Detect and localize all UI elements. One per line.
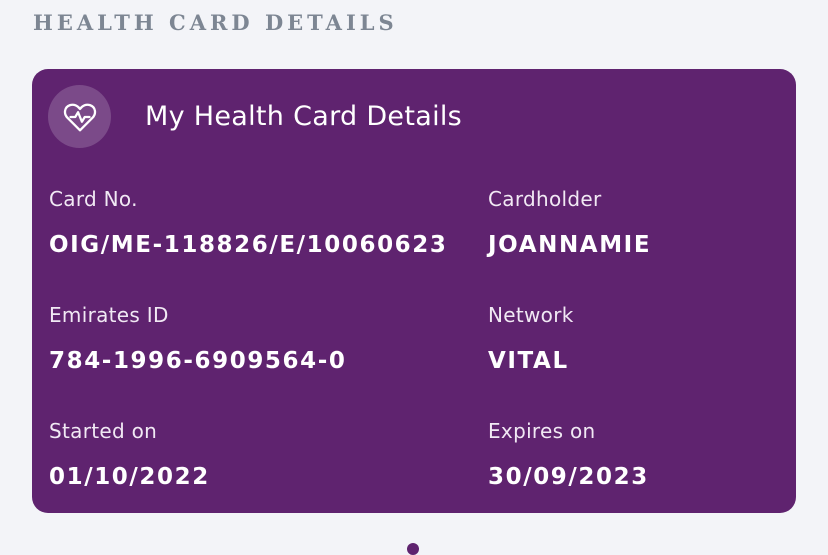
- card-header: My Health Card Details: [48, 85, 462, 148]
- card-title: My Health Card Details: [145, 101, 463, 132]
- heart-pulse-icon: [48, 85, 111, 148]
- health-card[interactable]: My Health Card Details Card No. OIG/ME-1…: [32, 69, 796, 513]
- expires-on-value: 30/09/2023: [488, 464, 649, 490]
- expires-on-field: Expires on 30/09/2023: [488, 418, 649, 491]
- card-number-field: Card No. OIG/ME-118826/E/10060623: [49, 186, 448, 259]
- emirates-id-value: 784-1996-6909564-0: [49, 348, 347, 374]
- started-on-field: Started on 01/10/2022: [49, 418, 210, 491]
- carousel-indicator-dot[interactable]: [407, 543, 419, 555]
- expires-on-label: Expires on: [488, 419, 596, 443]
- network-value: VITAL: [488, 348, 569, 374]
- cardholder-field: Cardholder JOANNAMIE: [488, 186, 651, 259]
- network-field: Network VITAL: [488, 302, 574, 375]
- section-title: HEALTH CARD DETAILS: [33, 10, 398, 35]
- card-number-value: OIG/ME-118826/E/10060623: [49, 232, 448, 258]
- started-on-value: 01/10/2022: [49, 464, 210, 490]
- emirates-id-label: Emirates ID: [49, 303, 169, 327]
- card-number-label: Card No.: [49, 187, 138, 211]
- cardholder-value: JOANNAMIE: [488, 232, 652, 258]
- cardholder-label: Cardholder: [488, 187, 602, 211]
- emirates-id-field: Emirates ID 784-1996-6909564-0: [49, 302, 347, 375]
- network-label: Network: [488, 303, 574, 327]
- started-on-label: Started on: [49, 419, 158, 443]
